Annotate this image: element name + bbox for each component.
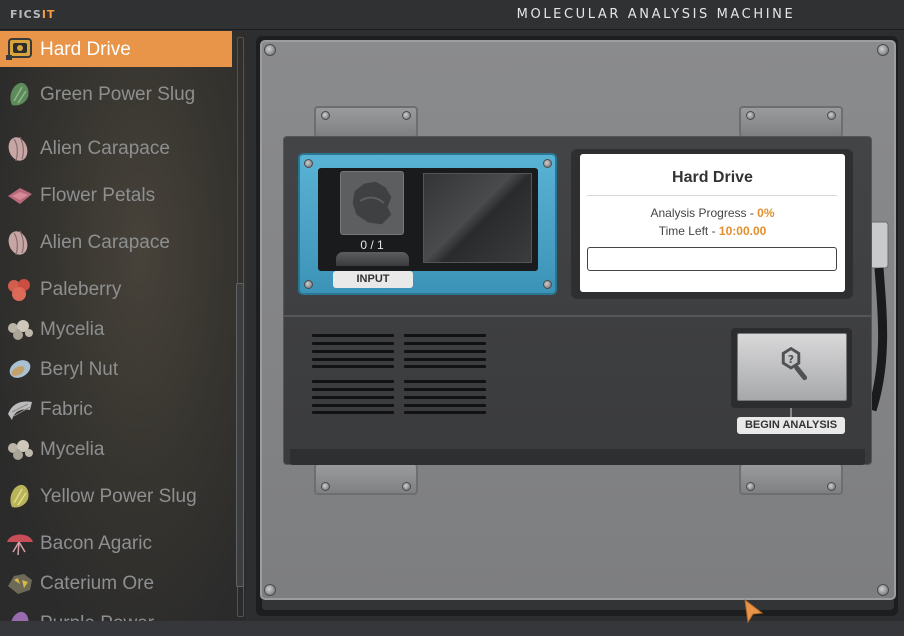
analysis-item-title: Hard Drive (672, 169, 753, 186)
ficsit-logo: FICSIT (10, 8, 55, 21)
item-sidebar: Hard Drive Green Power Slug Alien Carapa… (0, 31, 246, 621)
sidebar-item-purple-power[interactable]: Purple Power (0, 603, 232, 621)
mount-bracket (739, 106, 843, 138)
sidebar-item-label: Mycelia (40, 318, 105, 340)
screw-icon (877, 584, 889, 596)
window-title: MOLECULAR ANALYSIS MACHINE (516, 7, 796, 22)
sidebar-item-yellow-power-slug[interactable]: Yellow Power Slug (0, 469, 232, 523)
info-divider (587, 195, 837, 196)
sidebar-item-label: Green Power Slug (40, 83, 196, 105)
bacon-agaric-icon (7, 534, 33, 556)
screw-icon (402, 482, 411, 491)
game-screen: FICSIT MOLECULAR ANALYSIS MACHINE Hard D… (0, 0, 904, 636)
vent-grille (404, 334, 486, 370)
analysis-progress-value: 0% (757, 206, 775, 220)
sidebar-item-fabric[interactable]: Fabric (0, 389, 232, 429)
search-unknown-icon: ? (781, 346, 808, 381)
time-left-label: Time Left - (658, 224, 719, 238)
sidebar-item-caterium-ore[interactable]: Caterium Ore (0, 563, 232, 603)
svg-text:?: ? (788, 353, 794, 366)
hard-drive-icon (6, 38, 32, 60)
sidebar-item-label: Hard Drive (40, 38, 131, 60)
screw-icon (304, 280, 313, 289)
vent-grille (312, 334, 394, 370)
alien-carapace-icon (8, 230, 28, 256)
begin-analysis-label[interactable]: BEGIN ANALYSIS (737, 417, 845, 434)
green-power-slug-icon (10, 82, 29, 106)
screw-icon (321, 111, 330, 120)
sidebar-item-label: Beryl Nut (40, 358, 119, 380)
sidebar-item-label: Fabric (40, 398, 93, 420)
vent-grille (404, 380, 486, 416)
machine-body-seam (284, 315, 871, 317)
caterium-ore-icon (8, 574, 32, 594)
screw-icon (321, 482, 330, 491)
machine-panel-lip (262, 600, 894, 610)
purple-power-slug-icon (11, 611, 29, 621)
sidebar-item-mycelia-2[interactable]: Mycelia (0, 429, 232, 469)
hard-drive-silhouette-icon (352, 181, 392, 225)
vent-grille (312, 380, 394, 416)
screw-icon (746, 111, 755, 120)
time-left-text: Time Left - 10:00.00 (580, 224, 845, 238)
logo-text: FICS (10, 8, 42, 21)
screw-icon (402, 111, 411, 120)
screw-icon (746, 482, 755, 491)
machine-body-foot (290, 449, 865, 465)
analysis-progress-bar (587, 247, 837, 271)
mouse-cursor-icon (744, 598, 764, 624)
screw-icon (543, 280, 552, 289)
sidebar-item-bacon-agaric[interactable]: Bacon Agaric (0, 523, 232, 563)
sidebar-item-mycelia[interactable]: Mycelia (0, 309, 232, 349)
sidebar-scrollbar-thumb[interactable] (236, 283, 244, 587)
screw-icon (264, 44, 276, 56)
screw-icon (264, 584, 276, 596)
input-label: INPUT (333, 271, 413, 288)
sidebar-item-label: Alien Carapace (40, 137, 170, 159)
mount-bracket (739, 463, 843, 495)
screw-icon (543, 159, 552, 168)
mycelia-icon (8, 440, 33, 460)
sidebar-item-alien-carapace-2[interactable]: Alien Carapace (0, 215, 232, 269)
input-glass-window (423, 173, 532, 263)
sidebar-item-label: Bacon Agaric (40, 532, 152, 554)
sidebar-item-green-power-slug[interactable]: Green Power Slug (0, 67, 232, 121)
sidebar-item-label: Paleberry (40, 278, 122, 300)
sidebar-item-label: Mycelia (40, 438, 105, 460)
sidebar-item-hard-drive[interactable]: Hard Drive (0, 31, 232, 67)
begin-analysis-button[interactable]: ? (737, 333, 847, 401)
screw-icon (304, 159, 313, 168)
analysis-progress-label: Analysis Progress - (650, 206, 758, 220)
sidebar-item-paleberry[interactable]: Paleberry (0, 269, 232, 309)
mount-bracket (314, 106, 418, 138)
logo-accent-text: IT (41, 8, 56, 21)
sidebar-item-alien-carapace[interactable]: Alien Carapace (0, 121, 232, 175)
sidebar-item-beryl-nut[interactable]: Beryl Nut (0, 349, 232, 389)
mount-bracket (314, 463, 418, 495)
screw-icon (877, 44, 889, 56)
bottom-strip (0, 621, 904, 636)
fabric-icon (8, 401, 32, 420)
input-slot-count: 0 / 1 (360, 238, 384, 252)
beryl-nut-icon (9, 360, 31, 378)
yellow-power-slug-icon (10, 484, 29, 508)
sidebar-item-label: Yellow Power Slug (40, 485, 197, 507)
sidebar-item-label: Flower Petals (40, 184, 156, 206)
screw-icon (827, 482, 836, 491)
mycelia-icon (8, 320, 33, 340)
analysis-progress-text: Analysis Progress - 0% (580, 206, 845, 220)
alien-carapace-icon (8, 136, 28, 162)
sidebar-item-flower-petals[interactable]: Flower Petals (0, 175, 232, 215)
time-left-value: 10:00.00 (718, 224, 767, 238)
sidebar-item-label: Purple Power (40, 610, 230, 622)
paleberry-icon (8, 279, 30, 301)
screw-icon (827, 111, 836, 120)
sidebar-item-label: Caterium Ore (40, 572, 155, 594)
input-slot[interactable] (340, 171, 404, 235)
top-bar: FICSIT MOLECULAR ANALYSIS MACHINE (0, 0, 904, 30)
item-list: Hard Drive Green Power Slug Alien Carapa… (0, 31, 232, 621)
input-slot-base (336, 252, 409, 266)
sidebar-item-label: Alien Carapace (40, 231, 170, 253)
flower-petals-icon (8, 188, 32, 204)
